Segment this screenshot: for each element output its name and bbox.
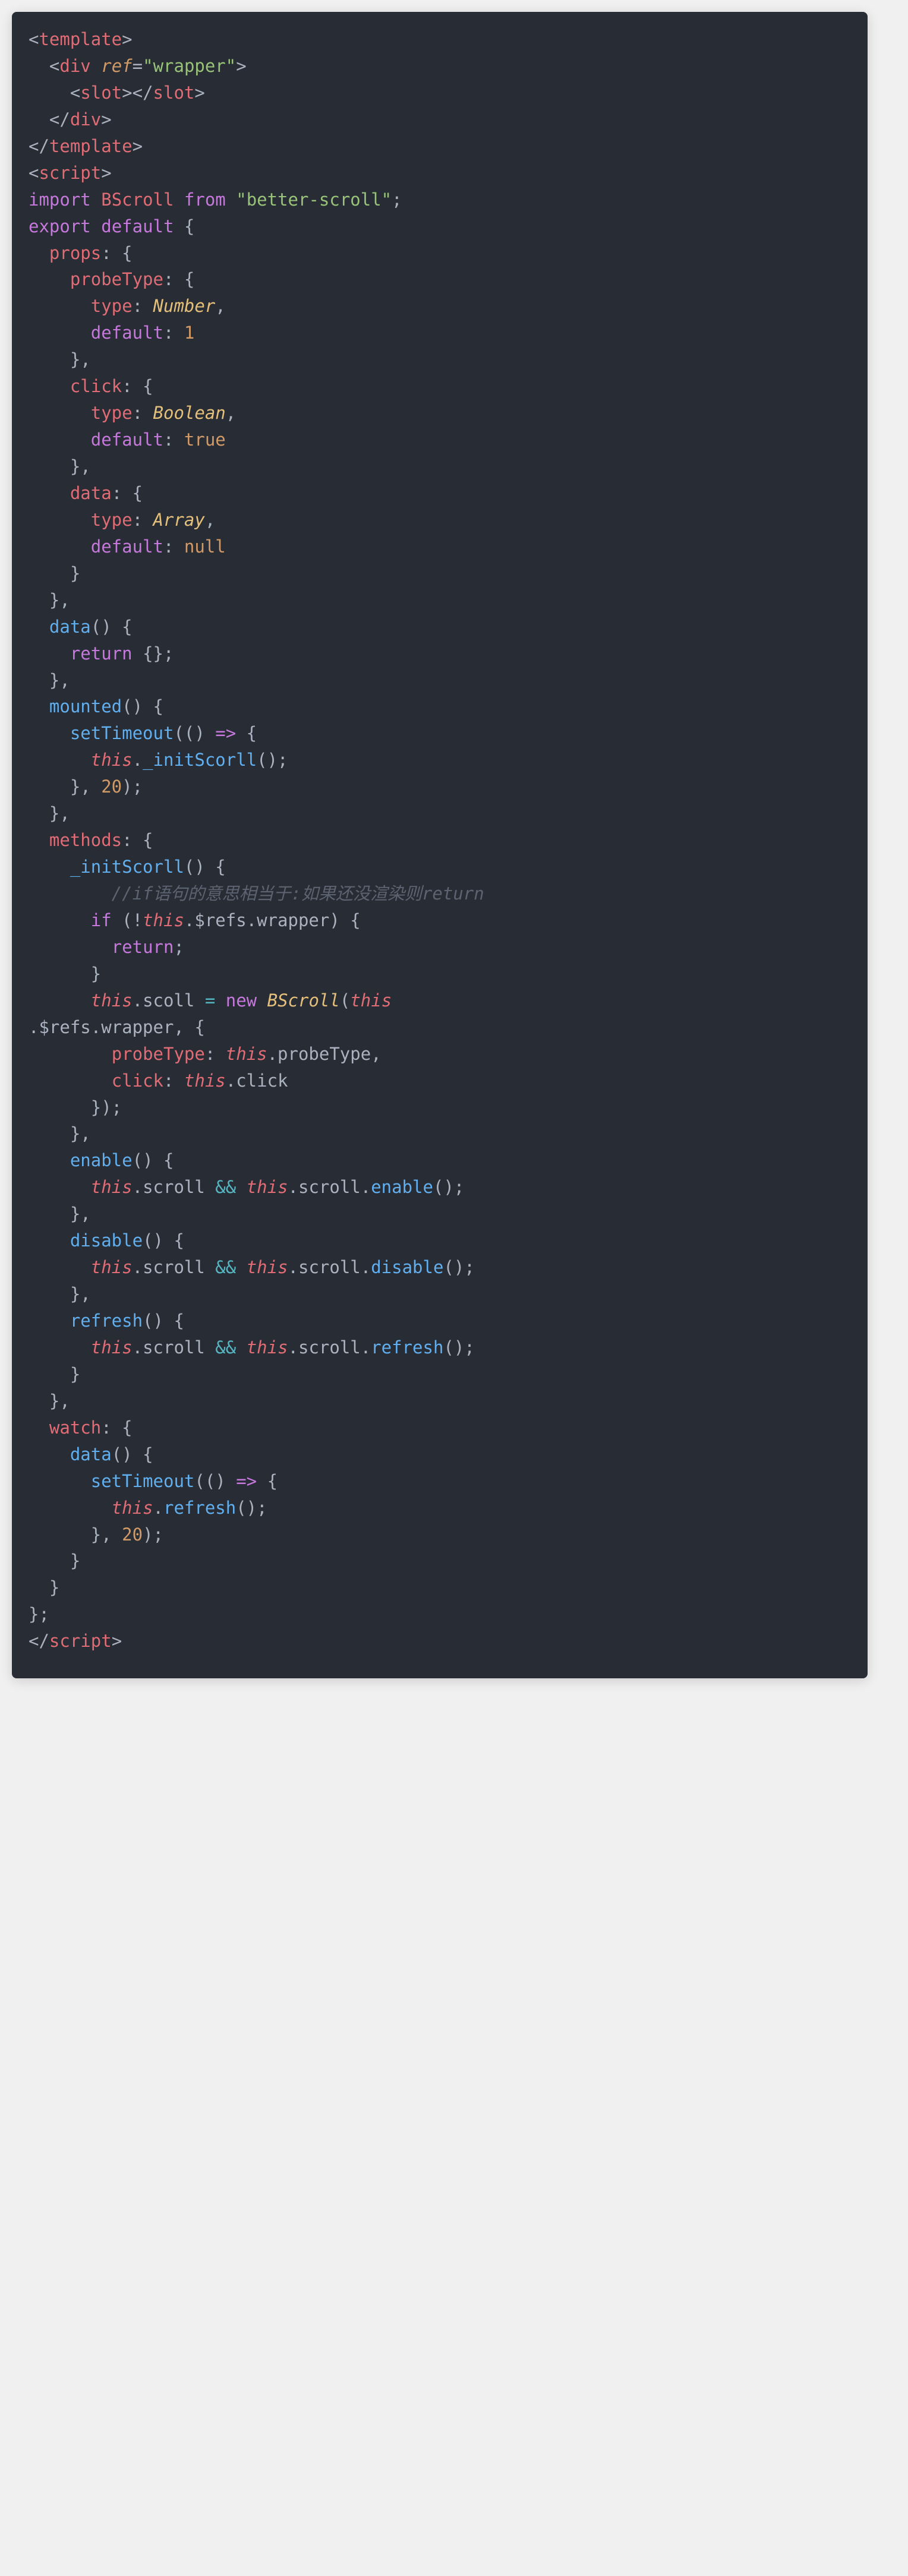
code-line: this.scroll && this.scroll.disable(); xyxy=(29,1254,851,1281)
code-line: return; xyxy=(29,934,851,961)
code-line: setTimeout(() => { xyxy=(29,1468,851,1495)
code-line: enable() { xyxy=(29,1147,851,1174)
code-line: type: Array, xyxy=(29,507,851,533)
code-line: }, 20); xyxy=(29,774,851,800)
code-line: </script> xyxy=(29,1628,851,1655)
code-line: }, xyxy=(29,1388,851,1415)
code-line: }, xyxy=(29,800,851,827)
code-line: default: true xyxy=(29,427,851,453)
code-line: }, xyxy=(29,1281,851,1308)
code-line: _initScorll() { xyxy=(29,854,851,880)
code-line: click: this.click xyxy=(29,1068,851,1094)
code-line: } xyxy=(29,1574,851,1601)
code-line: } xyxy=(29,961,851,987)
code-line: data() { xyxy=(29,1441,851,1468)
code-line: <script> xyxy=(29,160,851,187)
code-line: refresh() { xyxy=(29,1308,851,1334)
code-line: disable() { xyxy=(29,1227,851,1254)
code-block: <template> <div ref="wrapper"> <slot></s… xyxy=(12,12,868,1678)
code-line: }, xyxy=(29,453,851,480)
code-line: export default { xyxy=(29,213,851,240)
code-line: <slot></slot> xyxy=(29,80,851,106)
code-line: this.scoll = new BScroll(this xyxy=(29,987,851,1014)
code-line: }); xyxy=(29,1094,851,1121)
code-line: this.scroll && this.scroll.refresh(); xyxy=(29,1334,851,1361)
code-line: </template> xyxy=(29,133,851,160)
code-line: }, xyxy=(29,587,851,614)
code-line: .$refs.wrapper, { xyxy=(29,1014,851,1041)
code-line: watch: { xyxy=(29,1415,851,1441)
code-line: if (!this.$refs.wrapper) { xyxy=(29,907,851,934)
code-line: }, xyxy=(29,1120,851,1147)
code-line: this._initScorll(); xyxy=(29,747,851,774)
code-line: this.scroll && this.scroll.enable(); xyxy=(29,1174,851,1201)
code-line: type: Boolean, xyxy=(29,400,851,427)
code-line: }, xyxy=(29,346,851,373)
code-line: } xyxy=(29,560,851,587)
code-line: click: { xyxy=(29,373,851,400)
code-line: </div> xyxy=(29,106,851,133)
code-line: } xyxy=(29,1548,851,1574)
code-line: setTimeout(() => { xyxy=(29,720,851,747)
code-line: default: 1 xyxy=(29,320,851,346)
code-line: this.refresh(); xyxy=(29,1495,851,1521)
code-line: return {}; xyxy=(29,640,851,667)
code-line: //if语句的意思相当于:如果还没渲染则return xyxy=(29,880,851,907)
code-line: props: { xyxy=(29,240,851,267)
code-line: type: Number, xyxy=(29,293,851,320)
code-line: probeType: { xyxy=(29,266,851,293)
code-line: }, 20); xyxy=(29,1521,851,1548)
code-content: <template> <div ref="wrapper"> <slot></s… xyxy=(29,26,851,1655)
code-line: } xyxy=(29,1361,851,1388)
code-line: }; xyxy=(29,1601,851,1628)
code-line: <template> xyxy=(29,26,851,53)
code-line: }, xyxy=(29,667,851,694)
code-line: default: null xyxy=(29,533,851,560)
code-line: }, xyxy=(29,1201,851,1227)
code-line: mounted() { xyxy=(29,693,851,720)
code-line: data: { xyxy=(29,480,851,507)
code-line: <div ref="wrapper"> xyxy=(29,53,851,80)
code-line: methods: { xyxy=(29,827,851,854)
code-line: import BScroll from "better-scroll"; xyxy=(29,187,851,213)
code-line: probeType: this.probeType, xyxy=(29,1041,851,1068)
code-line: data() { xyxy=(29,614,851,640)
